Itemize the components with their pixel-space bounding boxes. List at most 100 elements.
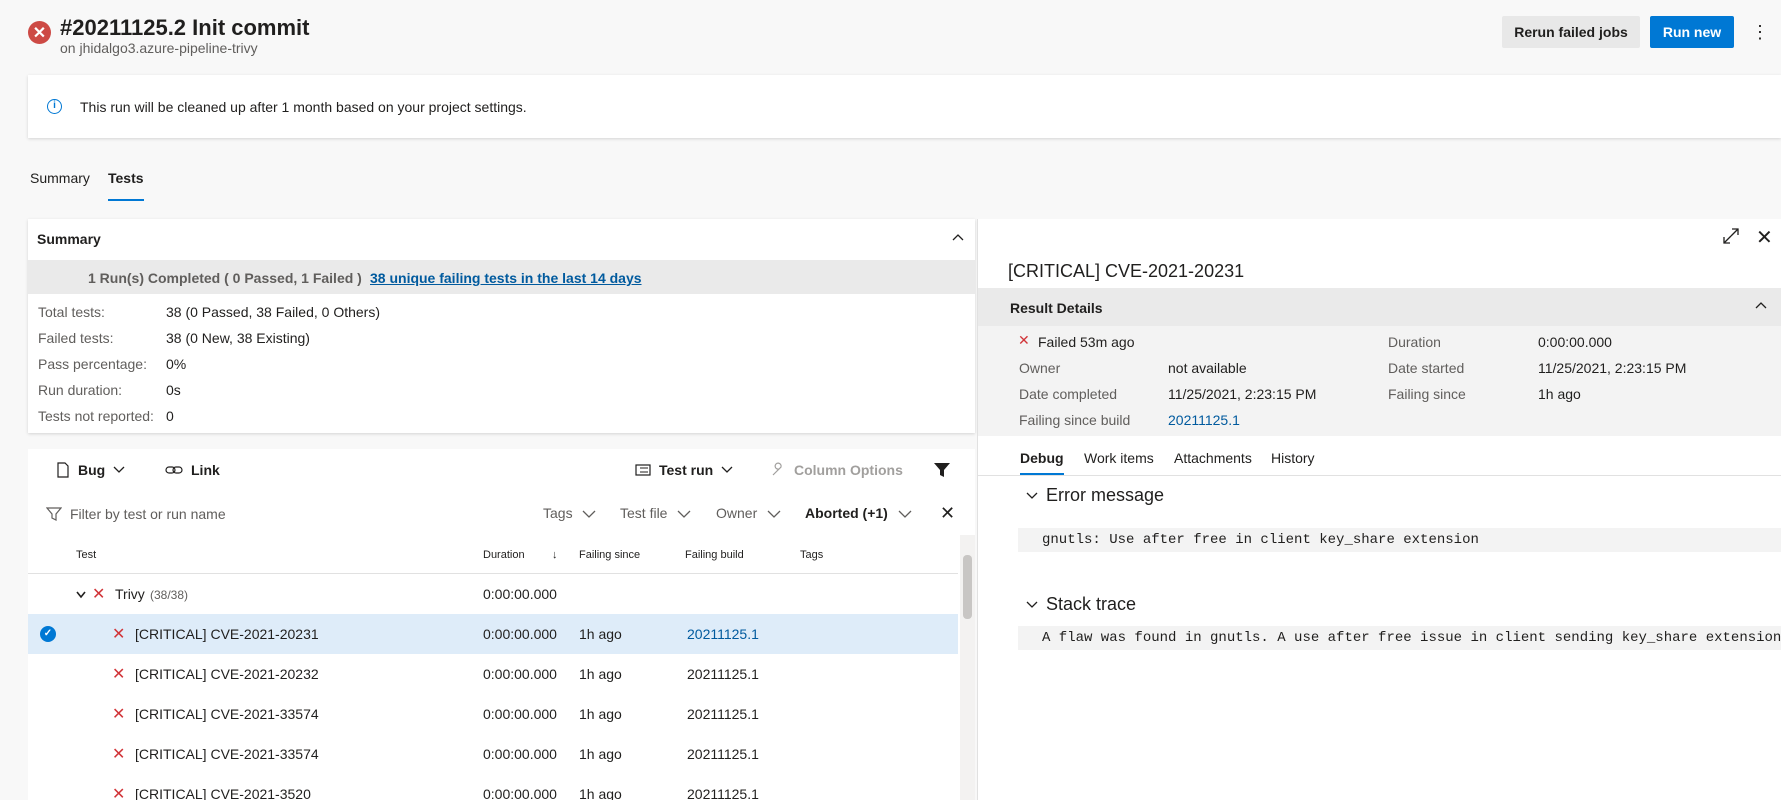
error-message-section-toggle[interactable]: Error message (1026, 485, 1164, 506)
stack-trace-heading: Stack trace (1046, 594, 1137, 614)
filter-funnel-icon (934, 463, 950, 477)
table-row[interactable]: ✕ [CRITICAL] CVE-2021-33574 0:00:00.000 … (28, 734, 958, 774)
test-duration: 0:00:00.000 (483, 706, 557, 722)
failed-x-icon: ✕ (112, 706, 126, 723)
failed-status-icon: ✕ (28, 21, 51, 44)
clear-filters-icon[interactable]: ✕ (940, 503, 955, 524)
tags-filter-dropdown[interactable]: Tags (543, 505, 596, 521)
unique-failing-tests-link[interactable]: 38 unique failing tests in the last 14 d… (370, 270, 642, 286)
bug-button[interactable]: Bug (56, 462, 125, 478)
table-scrollbar[interactable] (960, 535, 975, 800)
test-failing-build: 20211125.1 (687, 706, 759, 722)
column-options-label: Column Options (794, 462, 903, 478)
stat-value: 38 (0 New, 38 Existing) (166, 330, 310, 346)
chevron-up-icon[interactable] (951, 231, 965, 245)
stat-label: Total tests: (38, 304, 105, 320)
owner-filter-label: Owner (716, 505, 758, 521)
tests-left-panel: Summary 1 Run(s) Completed ( 0 Passed, 1… (28, 219, 975, 800)
active-tab-indicator (108, 199, 144, 201)
column-header-failing-since[interactable]: Failing since (579, 549, 640, 561)
link-button[interactable]: Link (165, 462, 220, 478)
link-icon (165, 466, 183, 474)
table-row[interactable]: ✕ [CRITICAL] CVE-2021-20232 0:00:00.000 … (28, 654, 958, 694)
date-completed-label: Date completed (1019, 386, 1118, 402)
wrench-icon (772, 462, 782, 476)
result-details-body: ✕ Failed 53m ago Owner not available Dat… (978, 326, 1781, 436)
document-icon (57, 462, 69, 478)
error-message-heading: Error message (1046, 485, 1165, 505)
link-label: Link (191, 462, 220, 478)
test-failing-since: 1h ago (579, 786, 622, 800)
column-header-tags[interactable]: Tags (800, 549, 823, 561)
stat-value: 0 (166, 408, 174, 424)
group-row[interactable]: ✕ Trivy (38/38) 0:00:00.000 (28, 574, 958, 614)
test-run-label: Test run (659, 462, 714, 478)
tab-history[interactable]: History (1271, 450, 1315, 466)
page-subtitle[interactable]: on jhidalgo3.azure-pipeline-trivy (60, 40, 258, 56)
test-name: [CRITICAL] CVE-2021-33574 (135, 706, 319, 722)
filter-icon (46, 507, 62, 521)
owner-value: not available (1168, 360, 1247, 376)
test-failing-since: 1h ago (579, 626, 622, 642)
test-failing-build-link[interactable]: 20211125.1 (687, 626, 759, 642)
table-row[interactable]: ✓ ✕ [CRITICAL] CVE-2021-20231 0:00:00.00… (28, 614, 958, 654)
failing-since-value: 1h ago (1538, 386, 1581, 402)
table-row[interactable]: ✕ [CRITICAL] CVE-2021-3520 0:00:00.000 1… (28, 774, 958, 800)
filter-toggle-button[interactable] (933, 462, 951, 478)
date-completed-value: 11/25/2021, 2:23:15 PM (1168, 386, 1317, 402)
group-count: (38/38) (150, 588, 189, 602)
test-failing-since: 1h ago (579, 746, 622, 762)
stat-value: 0% (166, 356, 187, 372)
selected-check-icon[interactable]: ✓ (40, 626, 56, 642)
stack-trace-text: A flaw was found in gnutls. A use after … (1018, 626, 1781, 650)
outcome-filter-dropdown[interactable]: Aborted (+1) (805, 505, 912, 521)
failing-since-label: Failing since (1388, 386, 1466, 402)
chevron-down-icon[interactable] (76, 591, 86, 599)
filter-bar: Tags Test file Owner Aborted (+1) ✕ (28, 493, 975, 533)
page-title: #20211125.2 Init commit (60, 15, 310, 40)
summary-card: Summary 1 Run(s) Completed ( 0 Passed, 1… (28, 219, 975, 433)
test-name: [CRITICAL] CVE-2021-20231 (135, 626, 319, 642)
table-row[interactable]: ✕ [CRITICAL] CVE-2021-33574 0:00:00.000 … (28, 694, 958, 734)
stat-value: 0s (166, 382, 181, 398)
column-header-test[interactable]: Test (76, 549, 96, 561)
stat-label: Tests not reported: (38, 408, 154, 424)
stack-trace-section-toggle[interactable]: Stack trace (1026, 594, 1136, 615)
group-name: Trivy (115, 586, 145, 602)
tab-summary[interactable]: Summary (30, 170, 90, 186)
filter-input[interactable] (70, 503, 370, 525)
test-failing-build: 20211125.1 (687, 746, 759, 762)
duration-label: Duration (1388, 334, 1441, 350)
retention-banner: i This run will be cleaned up after 1 mo… (28, 75, 1781, 138)
test-name: [CRITICAL] CVE-2021-3520 (135, 786, 311, 800)
stat-value: 38 (0 Passed, 38 Failed, 0 Others) (166, 304, 380, 320)
tab-debug[interactable]: Debug (1020, 450, 1064, 466)
close-icon[interactable]: ✕ (1756, 225, 1773, 250)
test-duration: 0:00:00.000 (483, 626, 557, 642)
test-file-filter-dropdown[interactable]: Test file (620, 505, 691, 521)
test-failing-build: 20211125.1 (687, 786, 759, 800)
sort-arrow-down-icon[interactable]: ↓ (552, 549, 558, 561)
column-header-duration[interactable]: Duration (483, 549, 525, 561)
chevron-up-icon[interactable] (1754, 299, 1768, 313)
stat-label: Run duration: (38, 382, 123, 398)
bug-label: Bug (78, 462, 106, 478)
column-options-button[interactable]: Column Options (770, 462, 903, 478)
tests-card: Bug Link Test run Column Options Tags Te… (28, 449, 975, 800)
more-actions-icon[interactable]: ⋮ (1750, 18, 1770, 46)
test-run-grouping-button[interactable]: Test run (635, 462, 733, 478)
tab-tests[interactable]: Tests (108, 170, 144, 186)
scrollbar-thumb[interactable] (963, 555, 972, 619)
expand-icon[interactable] (1722, 227, 1740, 245)
test-failing-since: 1h ago (579, 706, 622, 722)
banner-text: This run will be cleaned up after 1 mont… (80, 99, 527, 115)
tab-work-items[interactable]: Work items (1084, 450, 1154, 466)
tab-attachments[interactable]: Attachments (1174, 450, 1252, 466)
info-icon: i (47, 99, 62, 114)
owner-filter-dropdown[interactable]: Owner (716, 505, 781, 521)
failed-time: Failed 53m ago (1038, 334, 1135, 350)
run-new-button[interactable]: Run new (1650, 16, 1734, 48)
failing-since-build-link[interactable]: 20211125.1 (1168, 412, 1240, 428)
rerun-failed-jobs-button[interactable]: Rerun failed jobs (1502, 16, 1640, 48)
column-header-failing-build[interactable]: Failing build (685, 549, 744, 561)
